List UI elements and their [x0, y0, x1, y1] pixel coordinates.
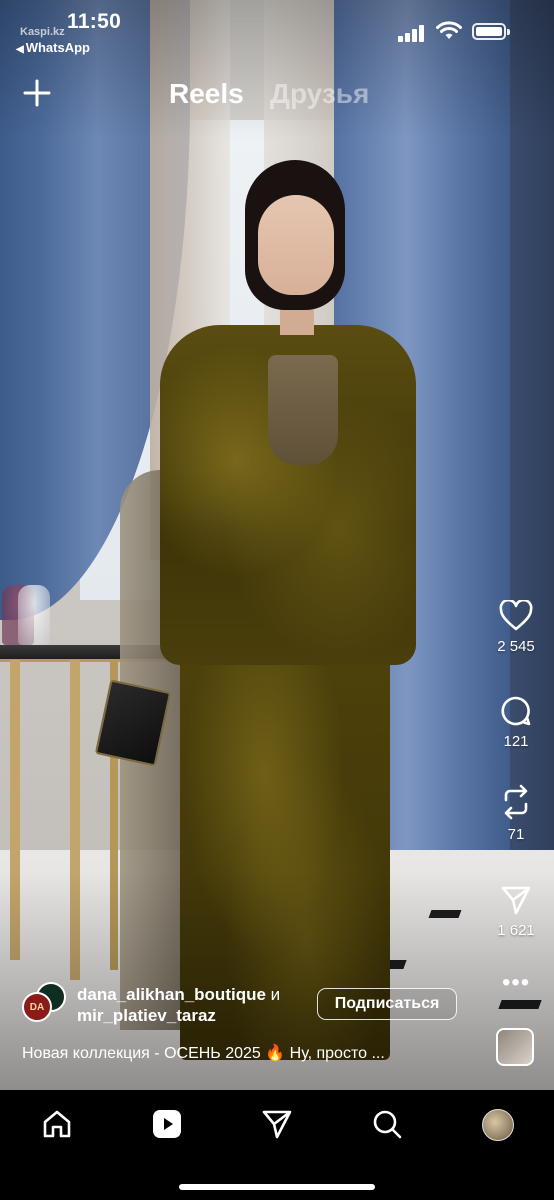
back-arrow-icon: ◀ [16, 44, 24, 55]
search-icon[interactable] [371, 1108, 403, 1140]
tab-friends[interactable]: Друзья [270, 78, 369, 110]
send-icon [501, 886, 531, 915]
plus-icon[interactable] [22, 78, 52, 108]
back-app-label: WhatsApp [25, 40, 90, 55]
like-button[interactable]: 2 545 [486, 600, 546, 655]
share-count: 1 621 [497, 922, 535, 939]
author-names[interactable]: dana_alikhan_boutique и mir_platiev_tara… [77, 984, 307, 1026]
reels-icon[interactable] [151, 1108, 183, 1140]
reel-video[interactable] [0, 0, 554, 1090]
profile-avatar[interactable] [482, 1109, 514, 1141]
author-secondary[interactable]: mir_platiev_taraz [77, 1006, 216, 1025]
avatar-author[interactable]: DA [22, 992, 52, 1022]
wine-glass [18, 585, 50, 645]
signal-icon [398, 24, 428, 42]
author-primary[interactable]: dana_alikhan_boutique [77, 985, 266, 1004]
post-caption[interactable]: Новая коллекция - ОСЕНЬ 2025 🔥 Ну, прост… [22, 1043, 452, 1063]
repost-icon [504, 784, 528, 820]
home-icon[interactable] [41, 1108, 73, 1140]
model-face [258, 195, 334, 295]
watermark: Kaspi.kz [20, 26, 65, 38]
audio-thumbnail[interactable] [496, 1028, 534, 1066]
wifi-icon [436, 21, 462, 39]
send-icon[interactable] [261, 1108, 293, 1140]
repost-count: 71 [507, 826, 525, 843]
share-button[interactable]: 1 621 [486, 884, 546, 939]
back-to-app[interactable]: ◀ WhatsApp [16, 40, 90, 55]
comment-button[interactable]: 121 [486, 695, 546, 750]
inner-top [268, 355, 338, 465]
comment-icon [501, 696, 531, 726]
battery-icon [472, 23, 510, 40]
home-indicator [179, 1184, 375, 1190]
repost-button[interactable]: 71 [486, 784, 546, 843]
avatar-initials: DA [29, 1001, 45, 1013]
follow-button[interactable]: Подписаться [317, 988, 457, 1020]
author-joiner: и [270, 985, 281, 1004]
comment-count: 121 [503, 733, 529, 750]
more-options-icon[interactable]: ••• [502, 971, 530, 995]
tab-reels[interactable]: Reels [169, 78, 244, 110]
heart-icon [499, 600, 533, 631]
like-count: 2 545 [497, 638, 535, 655]
status-time: 11:50 [67, 10, 122, 33]
